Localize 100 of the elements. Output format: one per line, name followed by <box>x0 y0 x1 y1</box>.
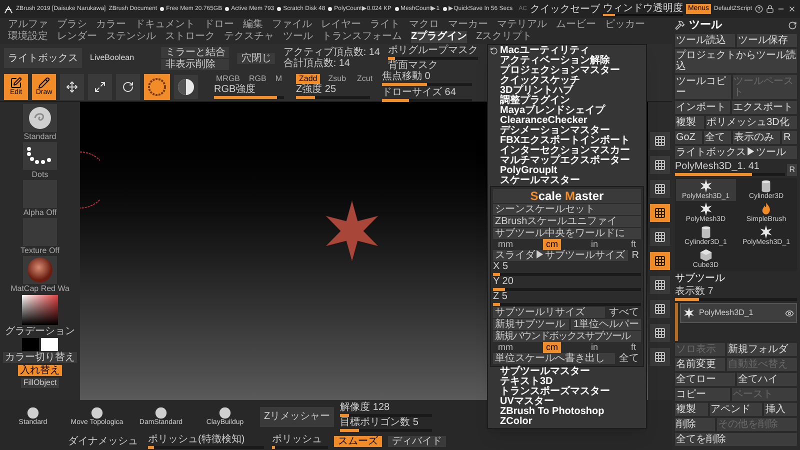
menu-item[interactable]: マテリアル <box>497 19 547 31</box>
delete-hidden-button[interactable]: 非表示削除 <box>161 58 230 70</box>
unit-option[interactable]: ft <box>628 342 639 353</box>
plugin-menu-item[interactable]: デシメーションマスター <box>500 126 610 136</box>
slider-track[interactable] <box>382 83 472 86</box>
plugin-menu-item[interactable]: マルチマップエクスポーター <box>500 156 630 166</box>
menu-item[interactable]: 環境設定 <box>8 31 48 43</box>
shelf-button[interactable] <box>650 180 670 198</box>
color-picker[interactable] <box>22 295 58 325</box>
menu-item[interactable]: マーカー <box>448 19 488 31</box>
liveboolean-button[interactable]: LiveBoolean <box>90 52 134 64</box>
subtool-item[interactable]: PolyMesh3D_1 <box>680 303 797 323</box>
close-holes-button[interactable]: 穴閉じ <box>237 52 276 64</box>
panel-button[interactable]: 名前変更 <box>675 358 725 371</box>
center-subtool-button[interactable]: サブツール中央をワールドに <box>493 228 641 239</box>
plugin-menu-item[interactable]: スケールマスター <box>500 176 580 186</box>
panel-button[interactable]: ポリメッシュ3D化 <box>706 116 798 129</box>
slider-track[interactable] <box>675 173 786 176</box>
panel-button[interactable]: エクスポート <box>732 101 797 114</box>
unit-option[interactable]: in <box>588 239 601 250</box>
quicksave-button[interactable]: クイックセーブ <box>530 4 600 14</box>
all-button[interactable]: 全て <box>617 353 641 364</box>
unit-option[interactable]: mm <box>495 342 516 353</box>
panel-button[interactable]: 複製 <box>675 403 708 416</box>
menu-item[interactable]: 編集 <box>243 19 263 31</box>
menu-item[interactable]: ステンシル <box>106 31 156 43</box>
plugin-menu-item[interactable]: プロジェクションマスター <box>500 66 620 76</box>
visibility-icon[interactable] <box>785 308 794 318</box>
panel-button[interactable]: インポート <box>675 101 730 114</box>
material-thumbnail[interactable] <box>23 256 57 284</box>
scroll-track[interactable] <box>675 303 678 341</box>
lock-icon[interactable] <box>766 5 774 13</box>
panel-button[interactable]: GoZ <box>675 131 702 144</box>
unify-button[interactable]: ZBrushスケールユニファイ <box>493 216 641 227</box>
zremesher-button[interactable]: Zリメッシャー <box>260 406 334 426</box>
shelf-button[interactable] <box>650 228 670 246</box>
unit-helper-button[interactable]: 1単位ヘルパー <box>571 319 641 330</box>
menu-item[interactable]: ドロー <box>204 19 234 31</box>
plugin-menu-item[interactable]: クイックスケッチ <box>500 76 580 86</box>
panel-button[interactable]: ツールコピー <box>675 75 731 99</box>
shelf-button[interactable] <box>650 252 670 270</box>
menu-item[interactable]: ドキュメント <box>135 19 195 31</box>
plugin-menu-item[interactable]: サブツールマスター <box>490 367 644 377</box>
plugin-menu-item[interactable]: テキスト3D <box>490 377 644 387</box>
plugin-menu-item[interactable]: FBXエクスポートインポート <box>500 136 630 146</box>
mirror-weld-button[interactable]: ミラーと結合 <box>161 46 230 58</box>
lightbox-button[interactable]: ライトボックス <box>4 48 82 68</box>
help-icon[interactable] <box>755 5 763 13</box>
transparency-control[interactable]: ウィンドウ透明度 <box>602 2 683 16</box>
unit-option[interactable]: ft <box>628 239 639 250</box>
shelf-button[interactable] <box>650 156 670 174</box>
unit-option[interactable]: cm <box>542 342 561 353</box>
stroke-thumbnail[interactable] <box>23 142 57 170</box>
plugin-menu-item[interactable]: Macユーティリティ <box>500 46 590 56</box>
menu-item[interactable]: ストローク <box>165 31 215 43</box>
menu-item[interactable]: ブラシ <box>57 19 87 31</box>
smooth-button[interactable]: スムーズ <box>334 436 382 446</box>
panel-button[interactable]: 全てを削除 <box>675 433 797 446</box>
scene-scale-button[interactable]: シーンスケールセット <box>493 204 641 215</box>
color-mode-button[interactable]: M <box>273 74 284 84</box>
swap-colors-button[interactable]: カラー切り替え <box>3 352 77 363</box>
panel-button[interactable]: 全てハイ <box>737 373 797 386</box>
panel-button[interactable]: 表示のみ <box>733 131 780 144</box>
panel-button[interactable]: R <box>782 131 797 144</box>
main-color-swatch[interactable] <box>22 338 39 351</box>
panel-button[interactable]: プロジェクトからツール読込 <box>675 49 797 73</box>
menu-item[interactable]: レイヤー <box>321 19 361 31</box>
menu-item[interactable]: ツール <box>283 31 313 43</box>
bounding-box-subtool-button[interactable]: 新規バウンドボックスサブツール <box>493 331 641 342</box>
unit-option[interactable]: cm <box>542 239 561 250</box>
plugin-menu-item[interactable]: トランスポーズマスター <box>490 387 644 397</box>
menu-item[interactable]: マクロ <box>409 19 439 31</box>
refresh-icon[interactable] <box>788 20 797 30</box>
menu-item[interactable]: Zスクリプト <box>476 31 532 43</box>
menu-item[interactable]: カラー <box>96 19 126 31</box>
move-button[interactable] <box>60 74 84 100</box>
plugin-menu-item[interactable]: ClearanceChecker <box>500 116 588 126</box>
menu-item[interactable]: Zプラグイン <box>411 31 468 43</box>
refresh-icon[interactable] <box>490 47 498 55</box>
panel-button[interactable]: 全てロー <box>675 373 735 386</box>
close-icon[interactable] <box>788 5 796 13</box>
panel-button[interactable]: 新規フォルダ <box>727 343 797 356</box>
replace-button[interactable]: 入れ替え <box>18 365 62 376</box>
export-unit-scale-button[interactable]: 単位スケールへ書き出し <box>493 353 615 364</box>
menu-item[interactable]: レンダー <box>57 31 97 43</box>
r-button[interactable]: R <box>630 250 641 261</box>
material-button[interactable] <box>144 74 170 100</box>
r-button[interactable]: R <box>787 164 797 176</box>
plugin-menu-item[interactable]: ZBrush To Photoshop <box>490 407 644 417</box>
menu-item[interactable]: トランスフォーム <box>322 31 402 43</box>
panel-button[interactable]: 削除 <box>675 418 715 431</box>
menu-item[interactable]: テクスチャ <box>224 31 274 43</box>
slider-subtool-size-button[interactable]: スライダ▶サブツールサイズ <box>493 250 628 261</box>
shelf-button[interactable] <box>650 348 670 366</box>
subtool-resize-button[interactable]: サブツールリサイズ <box>493 307 605 318</box>
new-subtool-button[interactable]: 新規サブツール <box>493 319 570 330</box>
secondary-color-swatch[interactable] <box>41 338 58 351</box>
fill-object-button[interactable]: FillObject <box>21 378 59 388</box>
menu-item[interactable]: アルファ <box>8 19 48 31</box>
menu-item[interactable]: ファイル <box>272 19 312 31</box>
